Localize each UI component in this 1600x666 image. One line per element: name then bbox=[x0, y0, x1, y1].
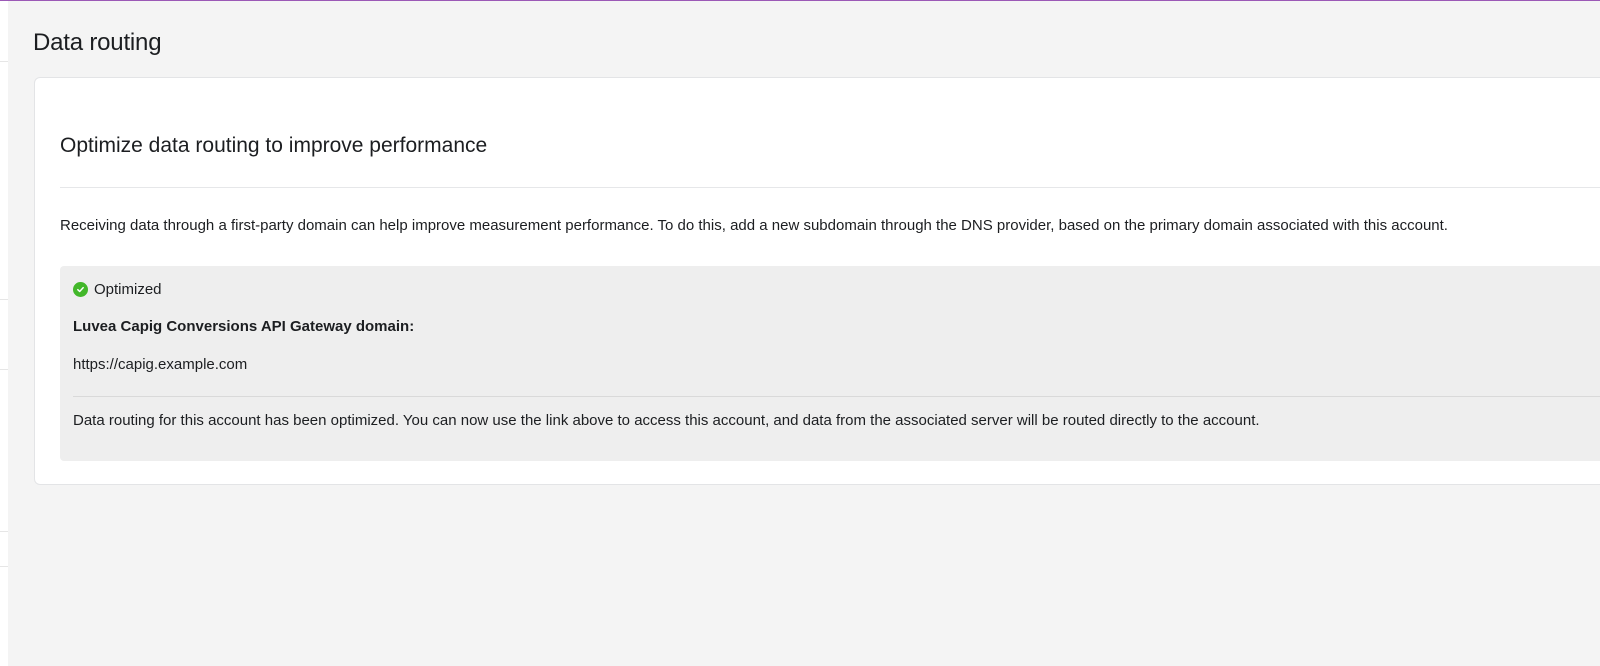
main-content: Data routing Optimize data routing to im… bbox=[8, 1, 1600, 666]
domain-url-link[interactable]: https://capig.example.com bbox=[73, 356, 247, 373]
panel-divider bbox=[73, 396, 1600, 397]
rail-divider bbox=[0, 369, 8, 370]
rail-divider bbox=[0, 61, 8, 62]
card-title: Optimize data routing to improve perform… bbox=[60, 134, 488, 157]
checkmark-glyph bbox=[77, 286, 84, 293]
card-description: Receiving data through a first-party dom… bbox=[60, 217, 1448, 234]
status-row: Optimized bbox=[73, 281, 162, 298]
rail-divider bbox=[0, 531, 8, 532]
status-panel: Optimized Luvea Capig Conversions API Ga… bbox=[60, 266, 1600, 461]
check-circle-icon bbox=[73, 282, 88, 297]
card-divider bbox=[60, 187, 1600, 188]
status-label: Optimized bbox=[94, 281, 162, 298]
domain-label: Luvea Capig Conversions API Gateway doma… bbox=[73, 318, 415, 335]
optimization-note: Data routing for this account has been o… bbox=[73, 412, 1260, 429]
rail-divider bbox=[0, 566, 8, 567]
rail-divider bbox=[0, 299, 8, 300]
data-routing-card: Optimize data routing to improve perform… bbox=[34, 77, 1600, 485]
left-rail bbox=[0, 1, 8, 666]
page-title: Data routing bbox=[33, 29, 162, 56]
